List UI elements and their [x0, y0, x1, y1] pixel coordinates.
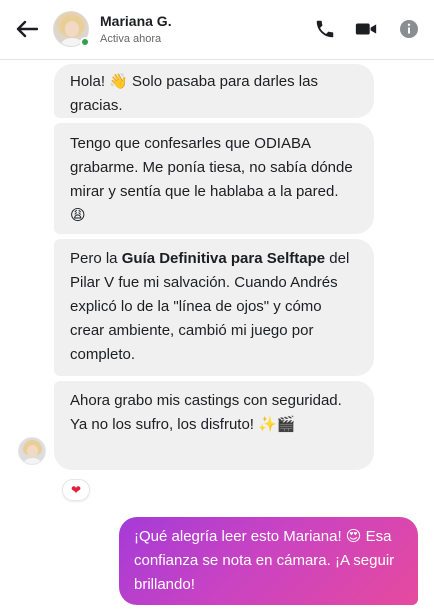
incoming-message: Tengo que confesarles que ODIABA grabarm… [54, 123, 374, 234]
info-icon[interactable] [397, 17, 421, 41]
message-text: Pero la [70, 250, 122, 267]
guide-title: Guía Definitiva para Selftape [121, 250, 326, 267]
chat-window: Mariana G. Activa ahora Hola! 👋 Solo pas… [0, 0, 434, 614]
contact-status: Activa ahora [100, 33, 162, 45]
incoming-message: Hola! 👋 Solo pasaba para darles las grac… [54, 64, 374, 118]
video-camera-icon[interactable] [354, 17, 378, 41]
phone-icon[interactable] [313, 17, 337, 41]
sender-avatar[interactable] [18, 437, 46, 465]
online-indicator [80, 37, 90, 47]
contact-name[interactable]: Mariana G. [100, 13, 172, 29]
incoming-message: Ahora grabo mis castings con seguridad. … [54, 381, 374, 470]
back-arrow-icon[interactable] [14, 16, 40, 42]
incoming-message: Pero la Guía Definitiva para Selftape de… [54, 239, 374, 376]
avatar[interactable] [53, 11, 90, 47]
heart-reaction[interactable]: ❤ [62, 479, 90, 501]
chat-header: Mariana G. Activa ahora [0, 0, 434, 60]
outgoing-message: ¡Qué alegría leer esto Mariana! 😍 Esa co… [119, 517, 418, 605]
